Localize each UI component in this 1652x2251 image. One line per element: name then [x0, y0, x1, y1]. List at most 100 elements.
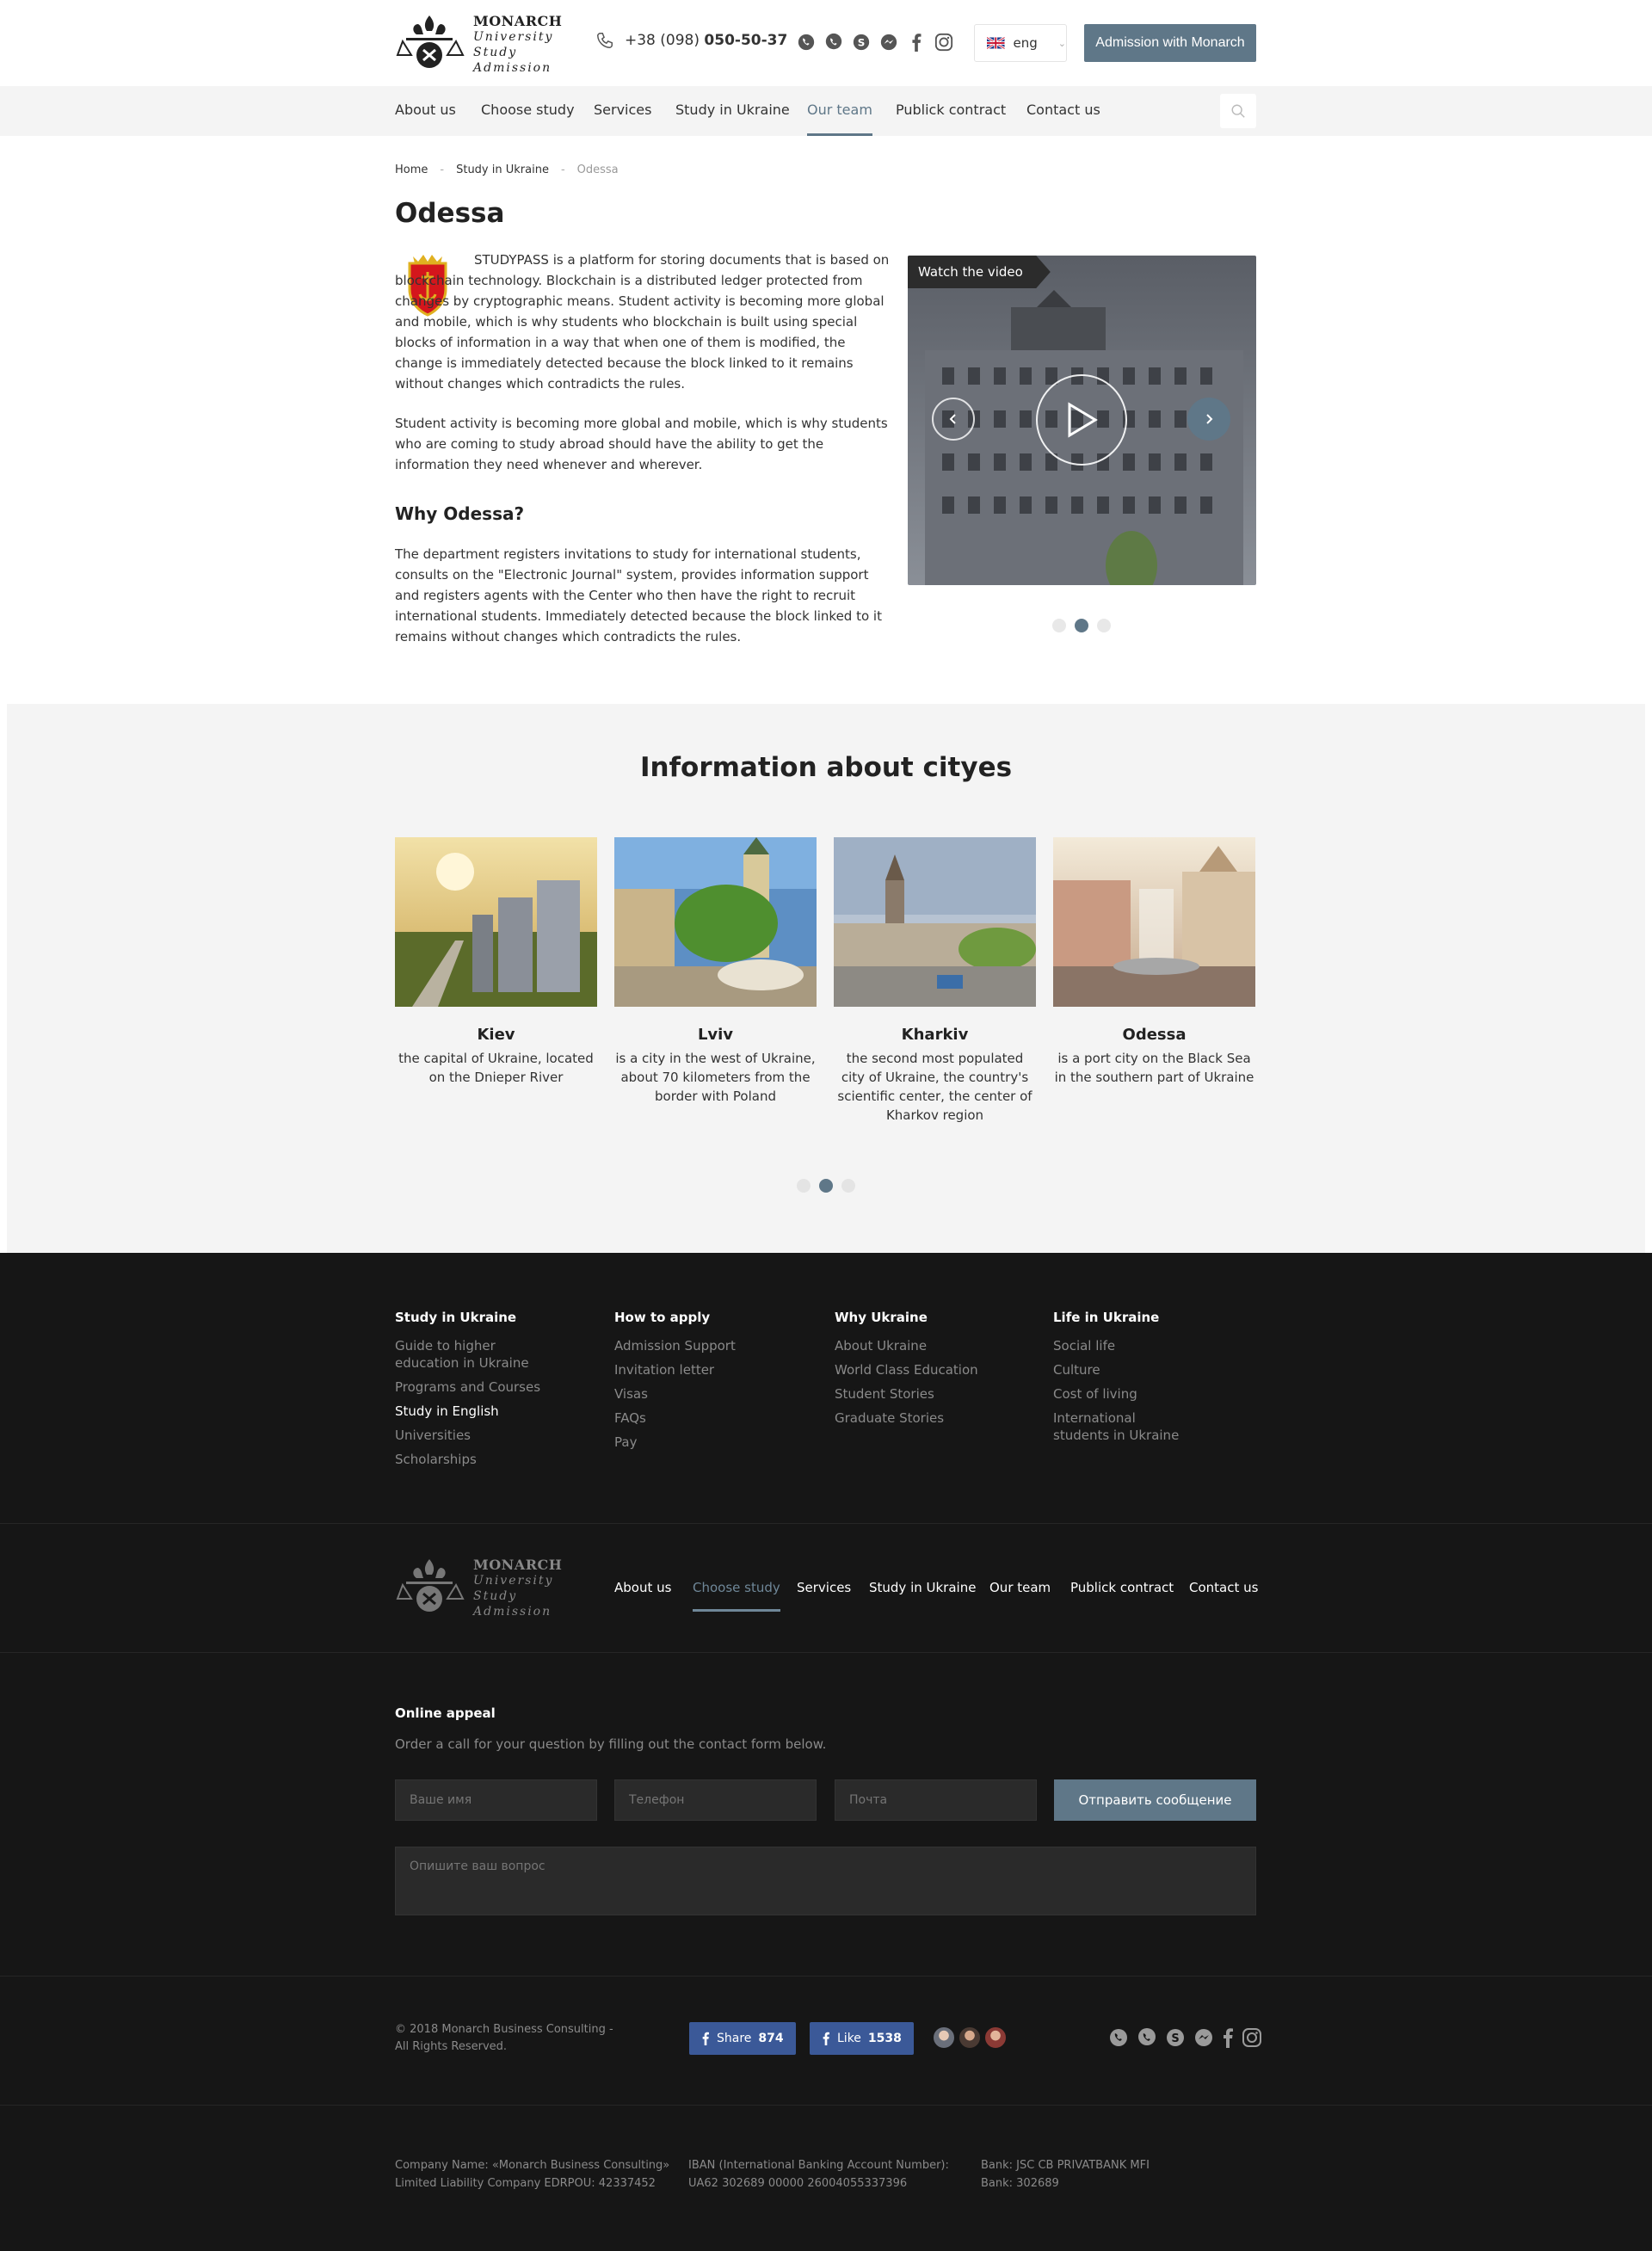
site-header: MONARCH University Study Admission +38 (…: [0, 0, 1652, 86]
whatsapp-icon[interactable]: [797, 33, 816, 52]
footer-link[interactable]: Invitation letter: [614, 1361, 812, 1378]
slider-dot[interactable]: [1052, 619, 1066, 632]
slider-dot[interactable]: [1097, 619, 1111, 632]
facebook-icon[interactable]: [1222, 2027, 1234, 2051]
nav-our-team[interactable]: Our team: [807, 86, 872, 136]
breadcrumb-section[interactable]: Study in Ukraine: [456, 163, 549, 176]
footer-nav-study-in-ukraine[interactable]: Study in Ukraine: [869, 1580, 976, 1595]
cities-section-title: Information about cityes: [639, 752, 1013, 783]
question-field[interactable]: [395, 1847, 1256, 1915]
slider-dot[interactable]: [797, 1179, 811, 1193]
skype-icon[interactable]: S: [1165, 2027, 1186, 2051]
footer-column-title: Study in Ukraine: [395, 1310, 517, 1325]
footer-link[interactable]: Cost of living: [1053, 1385, 1251, 1403]
slider-dot[interactable]: [841, 1179, 855, 1193]
footer-link[interactable]: FAQs: [614, 1409, 812, 1427]
nav-services[interactable]: Services: [594, 86, 651, 136]
phone-main: 050-50-37: [704, 32, 788, 49]
company-details: Company Name: «Monarch Business Consulti…: [395, 2159, 670, 2190]
city-name: Kiev: [477, 1026, 515, 1044]
city-image-odessa: [1053, 837, 1255, 1007]
footer-link[interactable]: Guide to higher education in Ukraine: [395, 1337, 533, 1372]
nav-contact-us[interactable]: Contact us: [1026, 86, 1100, 136]
nav-study-in-ukraine[interactable]: Study in Ukraine: [675, 86, 790, 136]
nav-publick-contract[interactable]: Publick contract: [896, 86, 1006, 136]
intro-paragraph: STUDYPASS is a platform for storing docu…: [395, 250, 891, 394]
footer-nav-contact-us[interactable]: Contact us: [1189, 1580, 1258, 1595]
breadcrumb-separator: -: [560, 163, 565, 176]
city-card-kiev[interactable]: Kiev the capital of Ukraine, located on …: [395, 837, 597, 1087]
email-field[interactable]: [835, 1779, 1037, 1821]
city-description: the second most populated city of Ukrain…: [837, 1051, 1032, 1123]
viber-icon[interactable]: [824, 33, 843, 52]
video-slider[interactable]: Watch the video: [908, 256, 1256, 585]
footer-divider: [0, 1652, 1652, 1653]
footer-divider: [0, 1976, 1652, 1977]
play-video-button[interactable]: [1036, 374, 1127, 466]
watch-video-label[interactable]: Watch the video: [908, 256, 1051, 288]
phone-field[interactable]: [614, 1779, 817, 1821]
footer-link[interactable]: World Class Education: [835, 1361, 1032, 1378]
footer-link[interactable]: Scholarships: [395, 1451, 593, 1468]
breadcrumb-home[interactable]: Home: [395, 163, 428, 176]
footer-link[interactable]: Student Stories: [835, 1385, 1032, 1403]
footer-link[interactable]: International students in Ukraine: [1053, 1409, 1191, 1444]
search-button[interactable]: [1220, 94, 1256, 128]
name-field[interactable]: [395, 1779, 597, 1821]
footer-link[interactable]: Graduate Stories: [835, 1409, 1032, 1427]
facebook-icon[interactable]: [907, 33, 926, 52]
slider-next-button[interactable]: [1187, 398, 1230, 441]
footer-column-life: Life in Ukraine Social life Culture Cost…: [1053, 1310, 1251, 1451]
language-select[interactable]: eng ⌄: [974, 24, 1067, 62]
slider-dot-active[interactable]: [819, 1179, 833, 1193]
whatsapp-icon[interactable]: [1108, 2027, 1129, 2051]
city-card-kharkiv[interactable]: Kharkiv the second most populated city o…: [834, 837, 1036, 1125]
skype-icon[interactable]: S: [852, 33, 871, 52]
messenger-icon[interactable]: [879, 33, 898, 52]
slider-prev-button[interactable]: [932, 398, 975, 441]
footer-link[interactable]: Social life: [1053, 1337, 1251, 1354]
section-subtitle: Why Odessa?: [395, 503, 525, 524]
footer-nav-our-team[interactable]: Our team: [989, 1580, 1051, 1595]
footer-link[interactable]: Pay: [614, 1434, 812, 1451]
nav-about-us[interactable]: About us: [395, 86, 456, 136]
footer-link[interactable]: About Ukraine: [835, 1337, 1032, 1354]
video-slider-dots: [1052, 619, 1111, 632]
footer-link[interactable]: Universities: [395, 1427, 593, 1444]
footer-column-title: Life in Ukraine: [1053, 1310, 1160, 1325]
play-icon: [1068, 402, 1098, 438]
site-logo[interactable]: MONARCH University Study Admission: [394, 12, 562, 75]
nav-choose-study[interactable]: Choose study: [481, 86, 575, 136]
footer-column-study: Study in Ukraine Guide to higher educati…: [395, 1310, 593, 1475]
slider-dot-active[interactable]: [1075, 619, 1088, 632]
city-image-kharkiv: [834, 837, 1036, 1007]
footer-nav-about-us[interactable]: About us: [614, 1580, 671, 1595]
instagram-icon[interactable]: [934, 33, 953, 52]
footer-link[interactable]: Admission Support: [614, 1337, 812, 1354]
city-card-odessa[interactable]: Odessa is a port city on the Black Sea i…: [1053, 837, 1255, 1087]
admission-button[interactable]: Admission with Monarch: [1084, 24, 1256, 62]
footer-nav-services[interactable]: Services: [797, 1580, 851, 1595]
viber-icon[interactable]: [1137, 2027, 1157, 2051]
facebook-icon: [823, 2032, 829, 2045]
footer-link-active[interactable]: Study in English: [395, 1403, 593, 1420]
footer-link[interactable]: Visas: [614, 1385, 812, 1403]
footer-logo[interactable]: MONARCH University Study Admission: [394, 1556, 562, 1619]
footer-nav-publick-contract[interactable]: Publick contract: [1070, 1580, 1174, 1595]
phone-prefix: +38 (098): [625, 32, 700, 49]
city-card-lviv[interactable]: Lviv is a city in the west of Ukraine, a…: [614, 837, 817, 1106]
cities-section: Information about cityes Kiev the capita…: [7, 704, 1645, 1253]
logo-line-1: MONARCH: [473, 1557, 563, 1573]
header-phone[interactable]: +38 (098) 050-50-37: [595, 31, 787, 50]
messenger-icon[interactable]: [1193, 2027, 1214, 2051]
facebook-like-button[interactable]: Like 1538: [810, 2022, 914, 2055]
instagram-icon[interactable]: [1242, 2027, 1262, 2051]
footer-link[interactable]: Culture: [1053, 1361, 1251, 1378]
city-description: is a city in the west of Ukraine, about …: [615, 1051, 816, 1104]
city-image-kiev: [395, 837, 597, 1007]
svg-text:S: S: [1171, 2032, 1179, 2045]
facebook-share-button[interactable]: Share 874: [689, 2022, 796, 2055]
footer-link[interactable]: Programs and Courses: [395, 1378, 593, 1396]
footer-nav-choose-study[interactable]: Choose study: [693, 1580, 780, 1612]
send-message-button[interactable]: Отправить сообщение: [1054, 1779, 1256, 1821]
